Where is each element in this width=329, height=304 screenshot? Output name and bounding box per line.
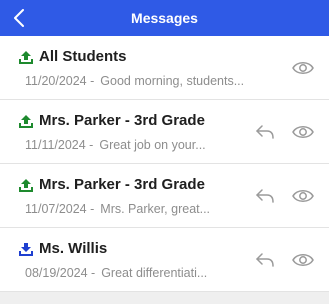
reply-icon [256,189,274,203]
message-row[interactable]: Ms. Willis 08/19/2024 - Great differentia… [0,228,329,292]
eye-icon [292,126,314,138]
message-row[interactable]: Mrs. Parker - 3rd Grade 11/11/2024 - Grea… [0,100,329,164]
message-date: 11/20/2024 - [25,74,95,88]
message-preview: Great differentiati... [101,266,208,280]
message-preview: Good morning, students... [100,74,245,88]
message-date: 11/11/2024 - [25,138,94,152]
upload-icon [18,49,34,65]
upload-icon [18,113,34,129]
message-sender: Mrs. Parker - 3rd Grade [39,176,205,193]
message-preview: Great job on your... [99,138,206,152]
message-row[interactable]: All Students 11/20/2024 - Good morning, s… [0,36,329,100]
reply-button[interactable] [253,186,277,206]
view-button[interactable] [291,186,315,206]
view-button[interactable] [291,58,315,78]
message-preview: Mrs. Parker, great... [100,202,211,216]
back-button[interactable] [12,8,26,28]
upload-icon [18,177,34,193]
message-sender: Mrs. Parker - 3rd Grade [39,112,205,129]
message-list: All Students 11/20/2024 - Good morning, s… [0,36,329,292]
download-icon [18,241,34,257]
message-sender: All Students [39,48,127,65]
message-row[interactable]: Mrs. Parker - 3rd Grade 11/07/2024 - Mrs.… [0,164,329,228]
message-sender: Ms. Willis [39,240,108,257]
reply-button[interactable] [253,250,277,270]
message-date: 11/07/2024 - [25,202,95,216]
view-button[interactable] [291,122,315,142]
page-title: Messages [131,10,198,26]
chevron-left-icon [14,9,24,27]
bottom-divider [0,292,329,304]
message-date: 08/19/2024 - [25,266,96,280]
eye-icon [292,62,314,74]
reply-icon [256,125,274,139]
eye-icon [292,190,314,202]
reply-icon [256,253,274,267]
eye-icon [292,254,314,266]
app-header: Messages [0,0,329,36]
reply-button[interactable] [253,122,277,142]
view-button[interactable] [291,250,315,270]
